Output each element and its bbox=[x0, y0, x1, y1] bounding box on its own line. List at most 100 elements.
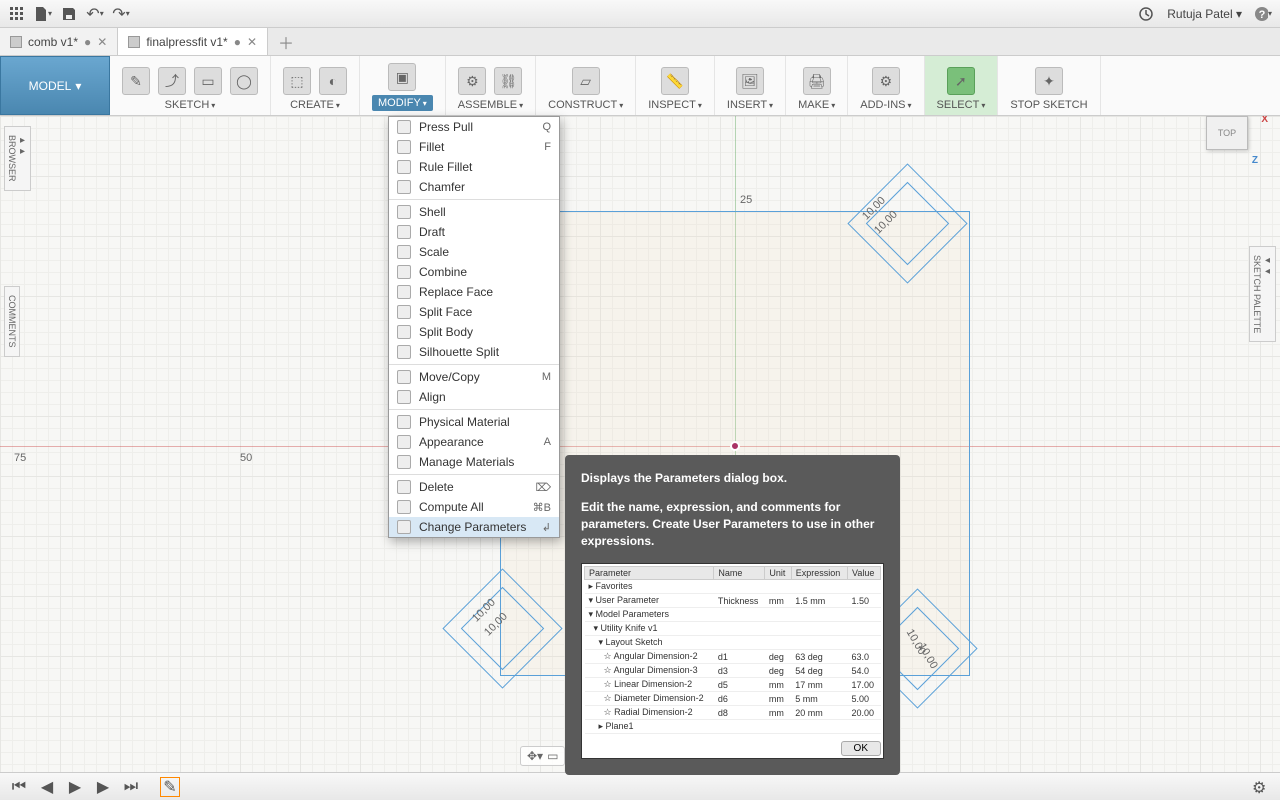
ribbon-sketch[interactable]: ✎⤴▭◯SKETCH▾ bbox=[110, 56, 271, 115]
sketch-palette-tab[interactable]: ◂◂SKETCH PALETTE bbox=[1249, 246, 1276, 342]
timeline-play-icon[interactable]: ▶ bbox=[66, 778, 84, 796]
timeline-first-icon[interactable]: ⏮ bbox=[10, 778, 28, 796]
timeline-prev-icon[interactable]: ◀ bbox=[38, 778, 56, 796]
dimension-top[interactable]: 25 bbox=[740, 194, 752, 206]
menu-item-icon bbox=[397, 520, 411, 534]
undo-icon[interactable]: ↶▾ bbox=[86, 5, 104, 23]
close-tab-icon[interactable]: ✕ bbox=[97, 35, 107, 49]
dimension-left-2[interactable]: 50 bbox=[240, 452, 252, 464]
menu-item-align[interactable]: Align bbox=[389, 387, 559, 407]
cube-icon bbox=[10, 36, 22, 48]
ok-button[interactable]: OK bbox=[841, 741, 881, 756]
menu-item-replace-face[interactable]: Replace Face bbox=[389, 282, 559, 302]
menu-item-press-pull[interactable]: Press PullQ bbox=[389, 117, 559, 137]
timeline-feature-icon[interactable]: ✎ bbox=[160, 777, 180, 797]
ribbon-stopsketch[interactable]: ✦STOP SKETCH bbox=[998, 56, 1100, 115]
ribbon-addins[interactable]: ⚙ADD-INS▾ bbox=[848, 56, 924, 115]
menu-item-fillet[interactable]: FilletF bbox=[389, 137, 559, 157]
new-tab-button[interactable]: ＋ bbox=[268, 28, 304, 55]
user-name: Rutuja Patel bbox=[1167, 7, 1232, 21]
param-cell bbox=[714, 622, 765, 636]
menu-item-split-face[interactable]: Split Face bbox=[389, 302, 559, 322]
menu-item-manage-materials[interactable]: Manage Materials bbox=[389, 452, 559, 472]
save-icon[interactable] bbox=[60, 5, 78, 23]
sketch-icon: ✎ bbox=[122, 67, 150, 95]
browser-label: BROWSER bbox=[7, 135, 17, 182]
timeline-last-icon[interactable]: ⏭ bbox=[122, 778, 140, 796]
menu-item-icon bbox=[397, 120, 411, 134]
menu-item-icon bbox=[397, 140, 411, 154]
param-cell bbox=[714, 636, 765, 650]
menu-item-change-parameters[interactable]: Change Parameters↲ bbox=[389, 517, 559, 537]
param-cell bbox=[848, 608, 881, 622]
document-tab[interactable]: comb v1* ● ✕ bbox=[0, 28, 118, 55]
tab-bar: comb v1* ● ✕ finalpressfit v1* ● ✕ ＋ bbox=[0, 28, 1280, 56]
menu-item-icon bbox=[397, 500, 411, 514]
ribbon-insert[interactable]: 🖼INSERT▾ bbox=[715, 56, 786, 115]
browser-panel-tab[interactable]: ▸▸BROWSER bbox=[4, 126, 31, 191]
param-header: Value bbox=[848, 567, 881, 580]
view-cube[interactable]: TOP X Y Z bbox=[1200, 116, 1260, 160]
document-tab-active[interactable]: finalpressfit v1* ● ✕ bbox=[118, 28, 268, 55]
param-cell bbox=[714, 720, 765, 734]
menu-item-appearance[interactable]: AppearanceA bbox=[389, 432, 559, 452]
menu-item-physical-material[interactable]: Physical Material bbox=[389, 412, 559, 432]
menu-item-label: Press Pull bbox=[419, 120, 534, 134]
ribbon-select[interactable]: ➚SELECT▾ bbox=[925, 56, 999, 115]
close-tab-icon[interactable]: ✕ bbox=[247, 35, 257, 49]
ribbon-assemble[interactable]: ⚙⛓ASSEMBLE▾ bbox=[446, 56, 536, 115]
user-menu[interactable]: Rutuja Patel ▾ bbox=[1167, 7, 1242, 21]
menu-item-scale[interactable]: Scale bbox=[389, 242, 559, 262]
param-cell bbox=[848, 636, 881, 650]
display-icon[interactable]: ▭ bbox=[547, 749, 558, 763]
param-row: ▾ Utility Knife v1 bbox=[585, 622, 881, 636]
param-cell: ☆ Angular Dimension-2 bbox=[585, 650, 714, 664]
param-row: ☆ Diameter Dimension-2d6mm5 mm5.00 bbox=[585, 692, 881, 706]
workspace-switcher[interactable]: MODEL ▾ bbox=[0, 56, 110, 115]
orbit-icon[interactable]: ✥▾ bbox=[527, 749, 543, 763]
tooltip-title: Displays the Parameters dialog box. bbox=[581, 471, 884, 485]
menu-item-silhouette-split[interactable]: Silhouette Split bbox=[389, 342, 559, 362]
menu-item-label: Manage Materials bbox=[419, 455, 551, 469]
new-file-icon[interactable]: ▾ bbox=[34, 5, 52, 23]
group-label: CREATE bbox=[290, 99, 334, 111]
settings-gear-icon[interactable]: ⚙ bbox=[1252, 778, 1270, 796]
menu-item-draft[interactable]: Draft bbox=[389, 222, 559, 242]
param-cell: 63.0 bbox=[848, 650, 881, 664]
dimension-left-1[interactable]: 75 bbox=[14, 452, 26, 464]
menu-item-delete[interactable]: Delete⌦ bbox=[389, 477, 559, 497]
menu-item-move-copy[interactable]: Move/CopyM bbox=[389, 367, 559, 387]
help-icon[interactable]: ?▾ bbox=[1254, 5, 1272, 23]
clock-icon[interactable] bbox=[1137, 5, 1155, 23]
viewport-toolbar[interactable]: ✥▾ ▭ bbox=[520, 746, 565, 766]
param-cell bbox=[848, 580, 881, 594]
ribbon-modify[interactable]: ▣MODIFY▾ bbox=[360, 56, 446, 115]
group-label: INSPECT bbox=[648, 99, 696, 111]
apps-grid-icon[interactable] bbox=[8, 5, 26, 23]
menu-item-rule-fillet[interactable]: Rule Fillet bbox=[389, 157, 559, 177]
redo-icon[interactable]: ↷▾ bbox=[112, 5, 130, 23]
menu-item-label: Silhouette Split bbox=[419, 345, 551, 359]
menu-item-split-body[interactable]: Split Body bbox=[389, 322, 559, 342]
ribbon-construct[interactable]: ▱CONSTRUCT▾ bbox=[536, 56, 636, 115]
menu-item-compute-all[interactable]: Compute All⌘B bbox=[389, 497, 559, 517]
ribbon-create[interactable]: ⬚◐CREATE▾ bbox=[271, 56, 360, 115]
param-cell: mm bbox=[765, 692, 791, 706]
timeline-bar: ⏮ ◀ ▶ ▶ ⏭ ✎ ⚙ bbox=[0, 772, 1280, 800]
param-cell: 17 mm bbox=[791, 678, 847, 692]
ribbon-inspect[interactable]: 📏INSPECT▾ bbox=[636, 56, 715, 115]
menu-item-chamfer[interactable]: Chamfer bbox=[389, 177, 559, 197]
param-cell bbox=[791, 580, 847, 594]
origin-point[interactable] bbox=[730, 441, 740, 451]
comments-panel-tab[interactable]: COMMENTS bbox=[4, 286, 20, 357]
menu-item-combine[interactable]: Combine bbox=[389, 262, 559, 282]
param-cell: 5.00 bbox=[848, 692, 881, 706]
menu-item-shell[interactable]: Shell bbox=[389, 202, 559, 222]
menu-item-icon bbox=[397, 435, 411, 449]
menu-item-label: Replace Face bbox=[419, 285, 551, 299]
ribbon-make[interactable]: 🖨MAKE▾ bbox=[786, 56, 848, 115]
timeline-next-icon[interactable]: ▶ bbox=[94, 778, 112, 796]
group-label: SKETCH bbox=[165, 99, 210, 111]
param-cell: 63 deg bbox=[791, 650, 847, 664]
view-cube-face[interactable]: TOP bbox=[1206, 116, 1248, 150]
